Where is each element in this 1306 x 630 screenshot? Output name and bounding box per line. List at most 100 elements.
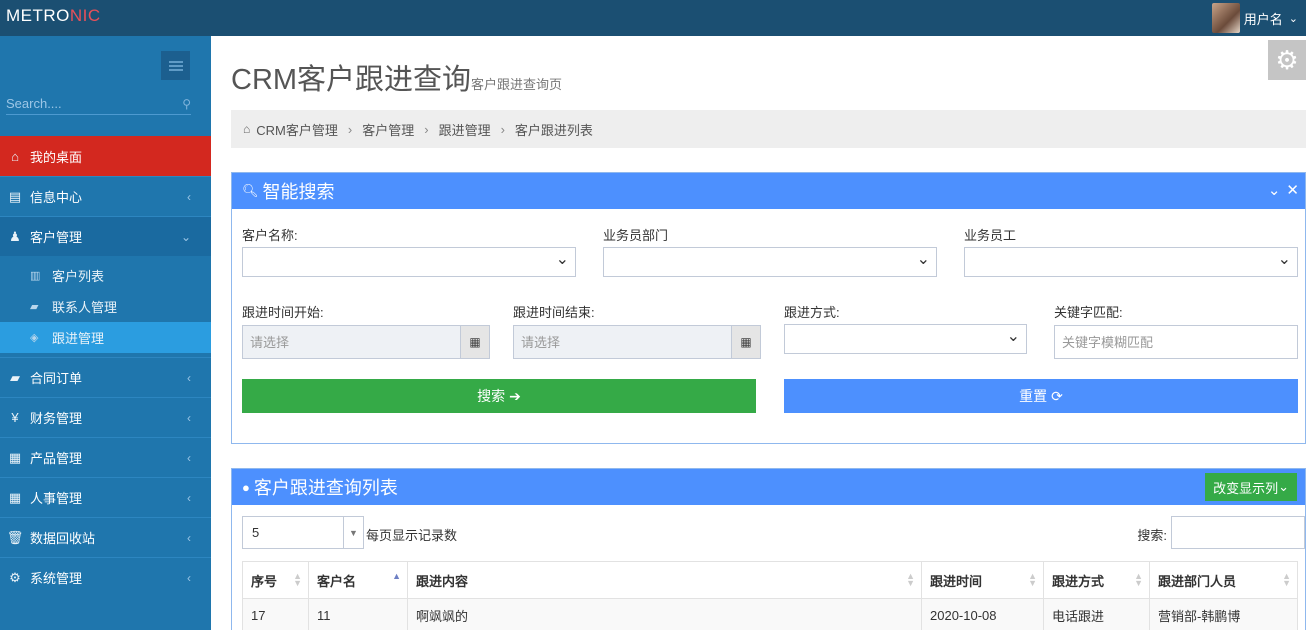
calendar-icon[interactable]: ▦ [731, 326, 760, 358]
breadcrumb-separator-icon: › [347, 121, 353, 137]
breadcrumb-item[interactable]: CRM客户管理 [256, 120, 338, 139]
sidebar-item-finance[interactable]: ¥ 财务管理 ‹ [0, 397, 211, 437]
sort-icon: ▲ ▼ [1282, 571, 1291, 588]
table-search-label: 搜索: [1137, 528, 1167, 543]
list-panel-header: ● 客户跟进查询列表 改变显示列 ⌄ [232, 469, 1305, 505]
breadcrumb-item[interactable]: 跟进管理 [439, 120, 491, 139]
reset-button-label: 重置 [1019, 388, 1048, 404]
dept-select[interactable] [603, 247, 937, 277]
search-icon[interactable]: ⚲ [182, 97, 191, 111]
sidebar-item-recycle-bin[interactable]: 🗑 数据回收站 ‹ [0, 517, 211, 557]
page-size-value: 5 [252, 525, 260, 540]
column-header[interactable]: 跟进部门人员 ▲ ▼ [1149, 561, 1298, 599]
column-header[interactable]: 序号 ▲ ▼ [242, 561, 309, 599]
sort-asc-icon: ▲ [392, 571, 401, 581]
chevron-left-icon: ‹ [187, 490, 191, 505]
sidebar-item-label: 客户管理 [30, 230, 83, 245]
top-navbar: METRONIC 用户名 ⌄ [0, 0, 1306, 36]
yen-icon: ¥ [11, 410, 19, 425]
message-icon: ▤ [8, 188, 22, 204]
column-header[interactable]: 跟进时间 ▲ ▼ [921, 561, 1044, 599]
sort-icon: ▲ ▼ [906, 571, 915, 588]
menu-icon [168, 60, 183, 71]
sort-icon: ▲ ▼ [1134, 571, 1143, 588]
sidebar-item-label: 系统管理 [30, 571, 83, 586]
refresh-icon: ⟳ [1051, 387, 1063, 404]
breadcrumb: ⌂ CRM客户管理 › 客户管理 › 跟进管理 › 客户跟进列表 [231, 110, 1306, 148]
calendar-icon[interactable]: ▦ [460, 326, 489, 358]
column-header-label: 序号 [251, 573, 278, 589]
keyword-input[interactable] [1055, 326, 1297, 358]
sidebar-item-hr[interactable]: ▦ 人事管理 ‹ [0, 477, 211, 517]
page-size-select[interactable]: 5 ▼ [242, 516, 364, 549]
start-date-field: ▦ [242, 325, 490, 359]
sort-icon: ▲ ▼ [293, 571, 302, 588]
table-cell: 电话跟进 [1043, 598, 1150, 630]
chevron-left-icon: ‹ [187, 189, 191, 204]
reset-button[interactable]: 重置 ⟳ [784, 379, 1298, 413]
user-menu[interactable]: 用户名 ⌄ [1211, 0, 1298, 36]
logo[interactable]: METRONIC [6, 6, 101, 26]
main-content: CRM客户跟进查询客户跟进查询页 ⚙ ⌂ CRM客户管理 › 客户管理 › 跟进… [211, 36, 1306, 630]
list-panel-title: 客户跟进查询列表 [253, 478, 398, 498]
list-panel: ● 客户跟进查询列表 改变显示列 ⌄ 5 ▼ 每页显示记录数 搜索: 序号 ▲ ▼ 客… [231, 468, 1306, 630]
sidebar-item-label: 财务管理 [30, 411, 83, 426]
start-date-input[interactable] [243, 326, 460, 358]
sidebar-item-info-center[interactable]: ▤ 信息中心 ‹ [0, 176, 211, 216]
staff-label: 业务员工 [964, 228, 1017, 243]
sidebar-toggle-button[interactable] [161, 51, 190, 80]
table-row[interactable]: 17 11 啊飒飒的 2020-10-08 电话跟进 营销部-韩鹏博 [242, 598, 1298, 630]
search-panel: 🔍︎ 智能搜索 ⌄✕ 客户名称: 业务员部门 业务员工 跟进时间开始: ▦ 跟进… [231, 172, 1306, 444]
book-icon: ▰ [30, 301, 39, 313]
settings-gear-button[interactable]: ⚙ [1268, 40, 1306, 80]
chevron-down-icon: ⌄ [180, 229, 191, 244]
sidebar-item-desktop[interactable]: ⌂ 我的桌面 [0, 136, 211, 176]
sidebar-item-products[interactable]: ▦ 产品管理 ‹ [0, 437, 211, 477]
sidebar-subitem-label: 联系人管理 [52, 300, 118, 315]
change-columns-button[interactable]: 改变显示列 ⌄ [1205, 473, 1297, 501]
chevron-down-icon: ⌄ [1288, 12, 1298, 25]
staff-select[interactable] [964, 247, 1298, 277]
follow-up-table: 序号 ▲ ▼ 客户名 ▲ 跟进内容 ▲ ▼ 跟进时间 ▲ ▼ 跟进方式 ▲ ▼ 跟进部门人员 ▲ ▼ … [242, 561, 1298, 630]
column-header[interactable]: 客户名 ▲ [308, 561, 408, 599]
sidebar-subitem-customer-list[interactable]: ▥ 客户列表 [0, 260, 211, 291]
sidebar-menu: ⌂ 我的桌面 ▤ 信息中心 ‹ ♟ 客户管理 ⌄ ▥ 客户列表 ▰ 联系人管理 … [0, 136, 211, 597]
column-header[interactable]: 跟进方式 ▲ ▼ [1043, 561, 1150, 599]
page-title-text: CRM客户跟进查询 [231, 64, 472, 96]
table-search-input[interactable] [1171, 516, 1305, 549]
column-header-label: 客户名 [317, 573, 357, 589]
customer-name-select[interactable] [242, 247, 576, 277]
trash-icon: 🗑 [6, 529, 24, 545]
method-select[interactable] [784, 324, 1027, 354]
sort-icon: ▲ ▼ [1028, 571, 1037, 588]
method-label: 跟进方式: [784, 305, 840, 320]
column-header[interactable]: 跟进内容 ▲ ▼ [407, 561, 922, 599]
avatar [1211, 3, 1240, 33]
collapse-icon[interactable]: ⌄ [1268, 182, 1281, 199]
table-icon: ▦ [8, 489, 22, 505]
breadcrumb-item: 客户跟进列表 [514, 122, 593, 138]
home-icon: ⌂ [243, 122, 251, 136]
page-subtitle: 客户跟进查询页 [471, 77, 563, 92]
dept-label: 业务员部门 [603, 228, 669, 243]
breadcrumb-item[interactable]: 客户管理 [362, 120, 414, 139]
sidebar-item-label: 人事管理 [30, 491, 83, 506]
sidebar-subitem-follow-up[interactable]: ◈ 跟进管理 [0, 322, 211, 353]
sidebar-item-label: 信息中心 [30, 190, 83, 205]
sidebar-item-label: 合同订单 [30, 371, 83, 386]
gear-icon: ⚙ [1275, 44, 1299, 75]
sidebar-item-customer-management[interactable]: ♟ 客户管理 ⌄ [0, 216, 211, 256]
page-size-label: 每页显示记录数 [366, 528, 458, 543]
search-button[interactable]: 搜索 ➔ [242, 379, 756, 413]
sidebar-item-label: 我的桌面 [30, 149, 83, 165]
sidebar-item-contracts[interactable]: ▰ 合同订单 ‹ [0, 357, 211, 397]
close-icon[interactable]: ✕ [1286, 182, 1299, 199]
caret-down-icon: ▼ [343, 517, 363, 548]
column-header-label: 跟进内容 [416, 573, 469, 589]
sidebar-search-input[interactable] [6, 96, 183, 111]
keyword-field [1054, 325, 1298, 359]
end-date-input[interactable] [514, 326, 731, 358]
sidebar-subitem-contacts[interactable]: ▰ 联系人管理 [0, 291, 211, 322]
table-cell: 11 [308, 598, 408, 630]
sidebar-item-system[interactable]: ⚙ 系统管理 ‹ [0, 557, 211, 597]
